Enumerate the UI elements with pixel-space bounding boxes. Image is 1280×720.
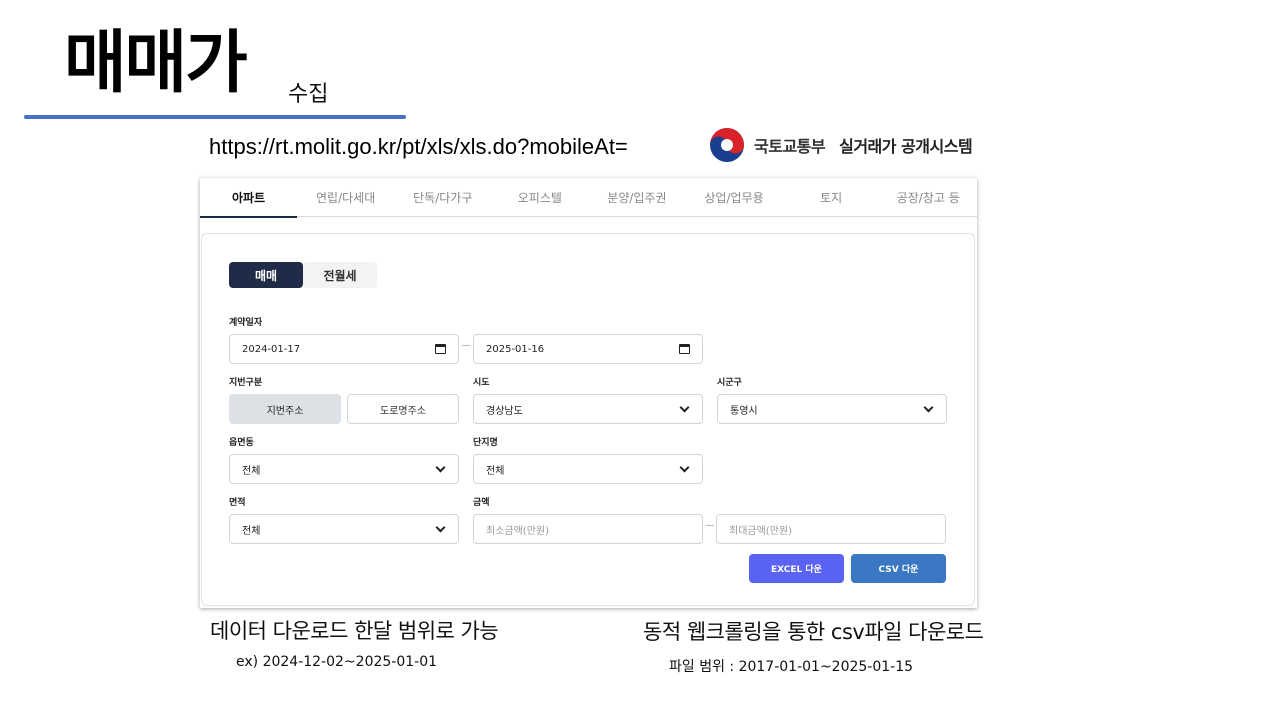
eupmyeondong-value: 전체: [242, 465, 261, 477]
date-to-input[interactable]: 2025-01-16: [473, 334, 703, 364]
csv-download-button[interactable]: CSV 다운: [851, 554, 946, 583]
tab-factory[interactable]: 공장/창고 등: [880, 178, 977, 217]
tab-apartment[interactable]: 아파트: [200, 178, 298, 218]
sigungu-label: 시군구: [717, 378, 742, 388]
chevron-down-icon: [435, 522, 446, 532]
lot-address-button[interactable]: 지번주소: [229, 394, 341, 424]
tab-land[interactable]: 토지: [783, 178, 880, 217]
sale-button[interactable]: 매매: [229, 262, 303, 288]
price-min-placeholder: 최소금액(만원): [486, 525, 550, 537]
note-left-main: 데이터 다운로드 한달 범위로 가능: [210, 619, 499, 643]
chevron-down-icon: [679, 462, 690, 472]
date-to-value: 2025-01-16: [486, 343, 545, 355]
note-left-sub: ex) 2024-12-02~2025-01-01: [236, 654, 438, 670]
calendar-icon[interactable]: [435, 344, 446, 354]
tab-detached-house[interactable]: 단독/다가구: [394, 178, 491, 217]
note-right-main: 동적 웹크롤링을 통한 csv파일 다운로드: [643, 620, 984, 644]
contract-date-label: 계약일자: [229, 318, 263, 328]
price-label: 금액: [473, 498, 490, 508]
tab-officetel[interactable]: 오피스텔: [491, 178, 588, 217]
logo-ministry-text: 국토교통부: [754, 137, 826, 156]
sido-label: 시도: [473, 378, 490, 388]
ministry-logo: 국토교통부 실거래가 공개시스템: [708, 125, 973, 165]
date-from-input[interactable]: 2024-01-17: [229, 334, 459, 364]
sido-value: 경상남도: [486, 405, 523, 417]
chevron-down-icon: [923, 402, 934, 412]
chevron-down-icon: [679, 402, 690, 412]
sigungu-value: 통영시: [730, 405, 758, 417]
date-range-dash: [462, 345, 470, 346]
sido-select[interactable]: 경상남도: [473, 394, 703, 424]
tab-commercial[interactable]: 상업/업무용: [685, 178, 782, 217]
address-type-label: 지번구분: [229, 378, 263, 388]
area-value: 전체: [242, 525, 261, 537]
price-max-input[interactable]: 최대금액(만원): [716, 514, 946, 544]
complex-label: 단지명: [473, 438, 498, 448]
chevron-down-icon: [435, 462, 446, 472]
price-min-input[interactable]: 최소금액(만원): [473, 514, 703, 544]
property-type-tabs: 아파트 연립/다세대 단독/다가구 오피스텔 분양/입주권 상업/업무용 토지 …: [200, 178, 977, 218]
slide-title: 매매가: [64, 24, 248, 103]
area-select[interactable]: 전체: [229, 514, 459, 544]
slide-subtitle: 수집: [288, 82, 329, 107]
eupmyeondong-label: 읍면동: [229, 438, 254, 448]
title-underline: [24, 115, 406, 119]
complex-select[interactable]: 전체: [473, 454, 703, 484]
rent-button[interactable]: 전월세: [303, 262, 377, 288]
complex-value: 전체: [486, 465, 505, 477]
logo-system-text: 실거래가 공개시스템: [839, 137, 973, 156]
note-right-sub: 파일 범위 : 2017-01-01~2025-01-15: [669, 659, 914, 675]
tab-presale[interactable]: 분양/입주권: [588, 178, 685, 217]
excel-download-button[interactable]: EXCEL 다운: [749, 554, 844, 583]
eupmyeondong-select[interactable]: 전체: [229, 454, 459, 484]
price-range-dash: [706, 525, 714, 526]
deal-type-toggle: 매매 전월세: [229, 262, 377, 288]
calendar-icon[interactable]: [679, 344, 690, 354]
source-url: https://rt.molit.go.kr/pt/xls/xls.do?mob…: [209, 134, 628, 159]
date-from-value: 2024-01-17: [242, 343, 301, 355]
download-panel: 아파트 연립/다세대 단독/다가구 오피스텔 분양/입주권 상업/업무용 토지 …: [200, 178, 977, 608]
taegeuk-emblem-icon: [708, 126, 746, 164]
price-max-placeholder: 최대금액(만원): [729, 525, 793, 537]
tab-row-house[interactable]: 연립/다세대: [297, 178, 394, 217]
road-address-button[interactable]: 도로명주소: [347, 394, 459, 424]
area-label: 면적: [229, 498, 246, 508]
sigungu-select[interactable]: 통영시: [717, 394, 947, 424]
